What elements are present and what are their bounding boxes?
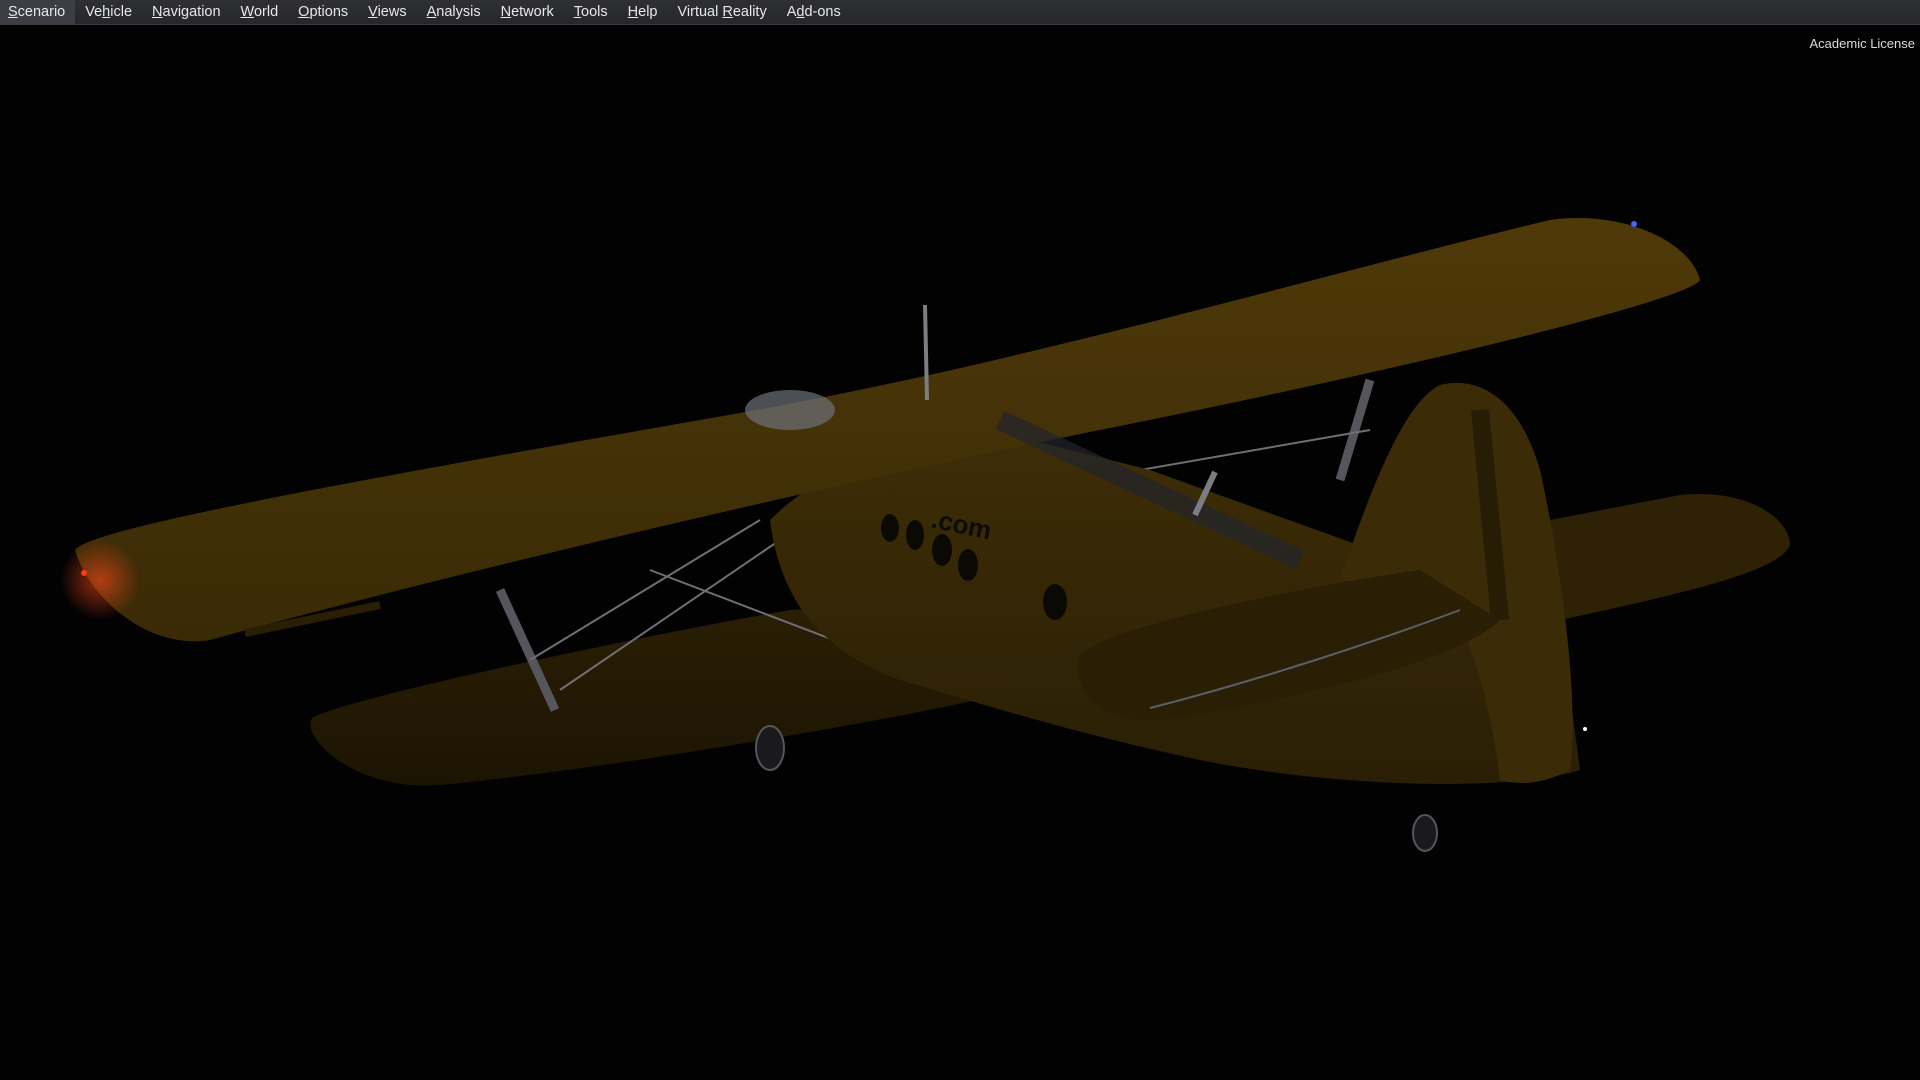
right-stabilizer xyxy=(1550,494,1790,620)
wingtip-glow xyxy=(60,540,140,620)
menu-views[interactable]: Views xyxy=(358,0,416,25)
menu-bar: Scenario Vehicle Navigation World Option… xyxy=(0,0,1920,25)
menu-virtual-reality[interactable]: Virtual Reality xyxy=(668,0,777,25)
menu-add-ons[interactable]: Add-ons xyxy=(777,0,851,25)
menu-navigation[interactable]: Navigation xyxy=(142,0,231,25)
menu-network[interactable]: Network xyxy=(491,0,564,25)
nav-light-blue xyxy=(1631,221,1637,227)
menu-analysis[interactable]: Analysis xyxy=(417,0,491,25)
menu-vehicle[interactable]: Vehicle xyxy=(75,0,142,25)
menu-help[interactable]: Help xyxy=(618,0,668,25)
aircraft-scene: .com xyxy=(60,218,1790,852)
nav-light-red xyxy=(81,570,87,576)
3d-viewport[interactable]: .com xyxy=(0,26,1920,1080)
menu-world[interactable]: World xyxy=(231,0,289,25)
menu-tools[interactable]: Tools xyxy=(564,0,618,25)
menu-options[interactable]: Options xyxy=(288,0,358,25)
simulator-window: Scenario Vehicle Navigation World Option… xyxy=(0,0,1920,1080)
menu-scenario[interactable]: Scenario xyxy=(0,0,76,25)
engine-cowling xyxy=(745,390,835,430)
tail-light-white xyxy=(1583,727,1587,731)
